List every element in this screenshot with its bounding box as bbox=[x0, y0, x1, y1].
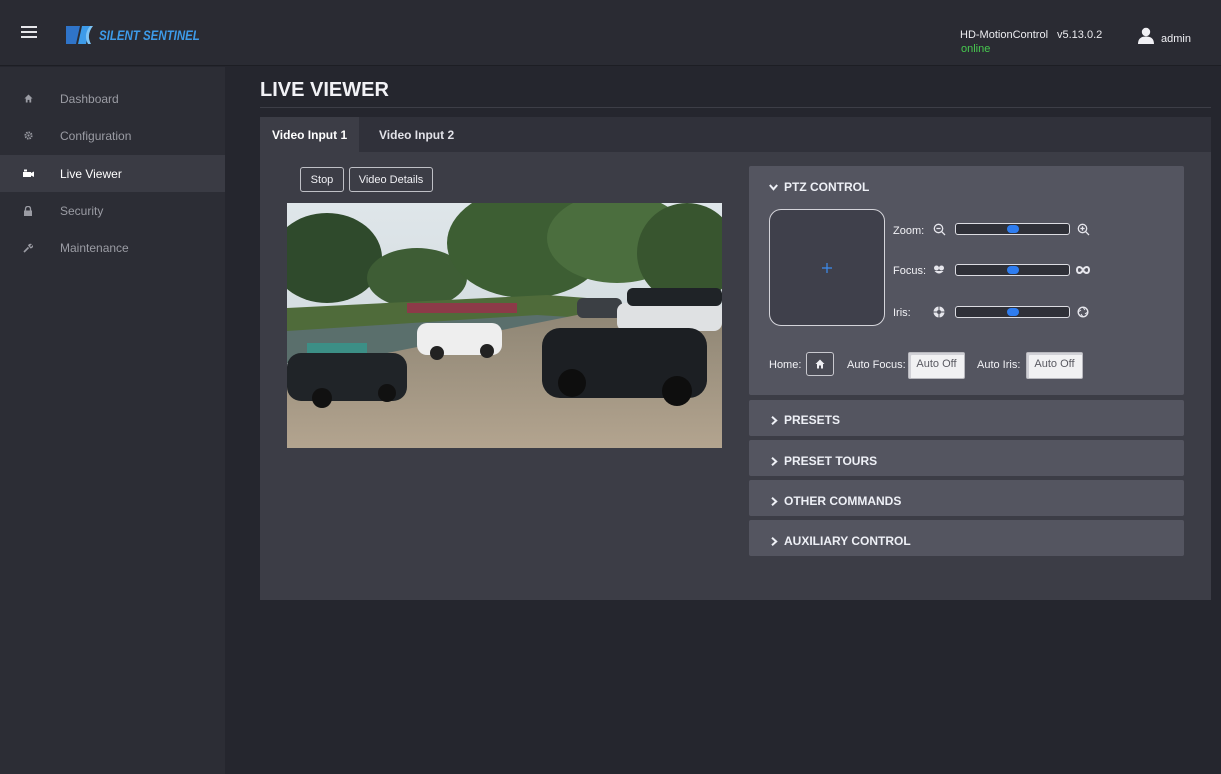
app-version: v5.13.0.2 bbox=[1057, 29, 1103, 41]
zoom-out-icon[interactable] bbox=[932, 222, 946, 236]
auto-iris-label: Auto Iris: bbox=[977, 359, 1021, 371]
auto-focus-label: Auto Focus: bbox=[847, 359, 906, 371]
chevron-right-icon bbox=[771, 456, 778, 466]
sidebar-item-label: Maintenance bbox=[60, 240, 129, 255]
logo: SILENT SENTINEL bbox=[66, 23, 222, 47]
wrench-icon bbox=[22, 242, 34, 254]
sidebar-item-label: Dashboard bbox=[60, 91, 119, 106]
stop-button[interactable]: Stop bbox=[300, 167, 344, 192]
top-bar: SILENT SENTINEL HD-MotionControl v5.13.0… bbox=[0, 0, 1221, 66]
app-name: HD-MotionControl bbox=[960, 29, 1049, 41]
presets-header[interactable]: PRESETS bbox=[771, 413, 840, 427]
home-icon bbox=[22, 93, 34, 105]
presets-title: PRESETS bbox=[784, 413, 841, 427]
zoom-in-icon[interactable] bbox=[1076, 222, 1090, 236]
camera-image bbox=[287, 203, 722, 448]
focus-slider[interactable] bbox=[955, 264, 1070, 276]
ptz-control-header[interactable]: PTZ CONTROL bbox=[769, 180, 869, 194]
home-button[interactable] bbox=[806, 352, 834, 376]
tab-bar: Video Input 1 Video Input 2 bbox=[260, 117, 1211, 152]
auto-focus-button[interactable]: Auto Off bbox=[908, 352, 965, 379]
sidebar: Dashboard Configuration Live Viewer Secu… bbox=[0, 67, 225, 774]
auxiliary-control-header[interactable]: AUXILIARY CONTROL bbox=[771, 534, 911, 548]
sidebar-item-maintenance[interactable]: Maintenance bbox=[0, 229, 225, 266]
user-icon bbox=[1138, 27, 1154, 44]
home-icon bbox=[815, 359, 825, 369]
sidebar-item-label: Configuration bbox=[60, 128, 132, 143]
connection-status: online bbox=[961, 43, 991, 55]
logo-text: SILENT SENTINEL bbox=[99, 27, 200, 43]
tab-video-input-2[interactable]: Video Input 2 bbox=[367, 117, 466, 152]
sidebar-item-dashboard[interactable]: Dashboard bbox=[0, 80, 225, 117]
chevron-right-icon bbox=[771, 415, 778, 425]
chevron-right-icon bbox=[771, 536, 778, 546]
zoom-slider[interactable] bbox=[955, 223, 1070, 235]
iris-close-icon[interactable] bbox=[932, 305, 946, 319]
auto-iris-button[interactable]: Auto Off bbox=[1026, 352, 1083, 379]
zoom-label: Zoom: bbox=[893, 225, 925, 237]
gear-icon bbox=[22, 130, 34, 142]
chevron-right-icon bbox=[771, 496, 778, 506]
infinity-icon[interactable] bbox=[1076, 263, 1090, 277]
other-commands-header[interactable]: OTHER COMMANDS bbox=[771, 494, 901, 508]
title-divider bbox=[260, 107, 1211, 108]
iris-label: Iris: bbox=[893, 307, 911, 319]
preset-tours-header[interactable]: PRESET TOURS bbox=[771, 454, 877, 468]
iris-open-icon[interactable] bbox=[1076, 305, 1090, 319]
tab-video-input-1[interactable]: Video Input 1 bbox=[260, 117, 360, 152]
ptz-joystick-pad[interactable] bbox=[769, 209, 885, 326]
page-title: LIVE VIEWER bbox=[260, 79, 389, 101]
other-commands-title: OTHER COMMANDS bbox=[784, 494, 902, 508]
sidebar-item-security[interactable]: Security bbox=[0, 192, 225, 229]
preset-tours-title: PRESET TOURS bbox=[784, 454, 878, 468]
chevron-down-icon bbox=[769, 183, 778, 191]
user-name: admin bbox=[1161, 33, 1191, 45]
menu-icon[interactable] bbox=[21, 26, 37, 38]
user-menu[interactable]: admin bbox=[1138, 25, 1191, 45]
sidebar-item-live-viewer[interactable]: Live Viewer bbox=[0, 155, 225, 192]
video-details-button[interactable]: Video Details bbox=[349, 167, 433, 192]
iris-slider[interactable] bbox=[955, 306, 1070, 318]
focus-label: Focus: bbox=[893, 265, 927, 277]
logo-icon bbox=[66, 26, 93, 44]
lock-icon bbox=[22, 205, 34, 217]
auxiliary-control-title: AUXILIARY CONTROL bbox=[784, 534, 911, 548]
macro-flower-icon[interactable] bbox=[932, 263, 946, 277]
sidebar-item-label: Live Viewer bbox=[60, 166, 122, 181]
sidebar-item-configuration[interactable]: Configuration bbox=[0, 117, 225, 154]
sidebar-item-label: Security bbox=[60, 203, 104, 218]
home-label: Home: bbox=[769, 359, 802, 371]
camera-icon bbox=[22, 168, 34, 180]
ptz-control-title: PTZ CONTROL bbox=[784, 180, 870, 194]
video-feed[interactable] bbox=[287, 203, 722, 448]
crosshair-icon bbox=[822, 263, 832, 273]
